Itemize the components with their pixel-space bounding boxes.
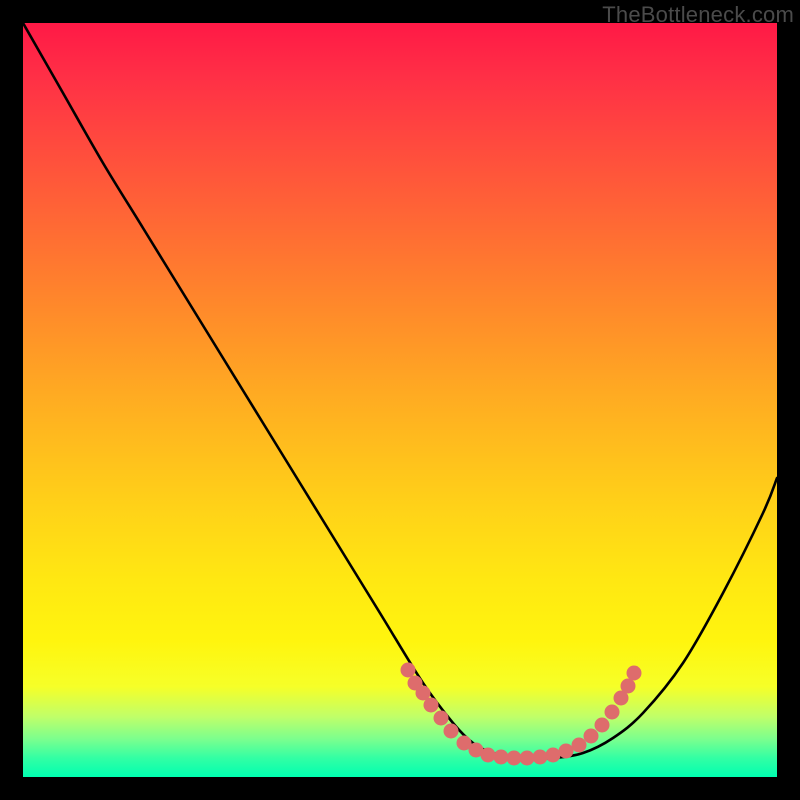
chart-frame xyxy=(23,23,777,777)
gradient-background xyxy=(23,23,777,777)
